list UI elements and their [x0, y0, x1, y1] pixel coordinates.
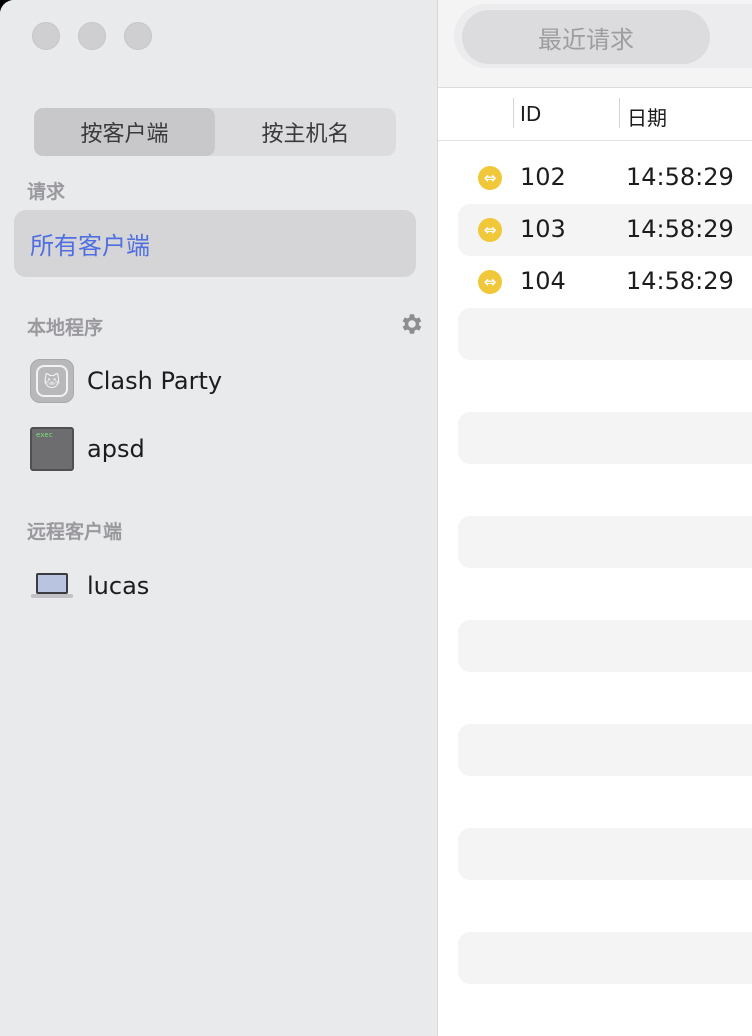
- zoom-window-button[interactable]: [124, 22, 152, 50]
- empty-table-row: [458, 516, 752, 568]
- empty-table-row: [458, 412, 752, 464]
- table-row[interactable]: ⇔ 103 14:58:29: [458, 204, 752, 256]
- column-header-id[interactable]: ID: [520, 102, 541, 126]
- empty-table-row: [458, 308, 752, 360]
- table-row[interactable]: ⇔ 104 14:58:29: [458, 256, 752, 308]
- sidebar-item-apsd[interactable]: exec apsd: [30, 427, 145, 471]
- pending-status-icon: ⇔: [478, 270, 502, 294]
- pending-status-icon: ⇔: [478, 166, 502, 190]
- app-window: 按客户端 按主机名 请求 所有客户端 本地程序 🐱 Clash Party ex…: [0, 0, 752, 1036]
- recent-requests-button[interactable]: 最近请求: [462, 10, 710, 64]
- row-id: 102: [520, 163, 566, 191]
- column-separator[interactable]: [619, 98, 620, 128]
- group-by-segmented-control: 按客户端 按主机名: [34, 108, 396, 156]
- pending-status-icon: ⇔: [478, 218, 502, 242]
- minimize-window-button[interactable]: [78, 22, 106, 50]
- empty-table-row: [458, 932, 752, 984]
- laptop-icon: [30, 564, 74, 608]
- sidebar-item-all-clients[interactable]: 所有客户端: [14, 210, 416, 277]
- segment-by-client[interactable]: 按客户端: [34, 108, 215, 156]
- table-row[interactable]: ⇔ 102 14:58:29: [458, 152, 752, 204]
- empty-table-row: [458, 724, 752, 776]
- row-time: 14:58:29: [626, 267, 734, 295]
- remote-clients-section-label: 远程客户端: [27, 521, 123, 543]
- segment-by-host[interactable]: 按主机名: [215, 108, 396, 156]
- sidebar-item-label: 所有客户端: [30, 232, 150, 260]
- row-id: 104: [520, 267, 566, 295]
- sidebar-item-clash-party[interactable]: 🐱 Clash Party: [30, 359, 222, 403]
- toolbar: 最近请求: [438, 0, 752, 88]
- exec-terminal-icon: exec: [30, 427, 74, 471]
- column-separator[interactable]: [513, 98, 514, 128]
- column-header-date[interactable]: 日期: [627, 102, 667, 131]
- sidebar-item-lucas[interactable]: lucas: [30, 564, 149, 608]
- row-time: 14:58:29: [626, 215, 734, 243]
- sidebar: 按客户端 按主机名 请求 所有客户端 本地程序 🐱 Clash Party ex…: [0, 0, 438, 1036]
- main-panel: 最近请求 ID 日期 ⇔ 102 14:58:29 ⇔ 103 14:58:29…: [438, 0, 752, 1036]
- sidebar-item-label: Clash Party: [87, 367, 223, 395]
- empty-table-row: [458, 620, 752, 672]
- clash-party-app-icon: 🐱: [30, 359, 74, 403]
- gear-icon[interactable]: [398, 311, 424, 337]
- sidebar-item-label: apsd: [87, 435, 145, 463]
- empty-table-row: [458, 828, 752, 880]
- local-programs-section-label: 本地程序: [27, 317, 104, 339]
- toolbar-segment-group: 最近请求: [454, 4, 752, 68]
- sidebar-item-label: lucas: [87, 572, 150, 600]
- close-window-button[interactable]: [32, 22, 60, 50]
- table-header: ID 日期: [438, 88, 752, 141]
- row-time: 14:58:29: [626, 163, 734, 191]
- row-id: 103: [520, 215, 566, 243]
- requests-section-label: 请求: [27, 181, 66, 203]
